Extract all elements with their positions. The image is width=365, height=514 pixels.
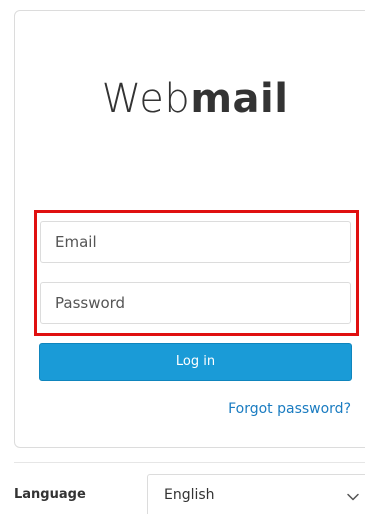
webmail-login-page: Webmail Log in Forgot password? Language… [0,0,365,514]
password-input[interactable] [40,282,351,324]
language-select[interactable]: English [147,474,365,514]
login-button[interactable]: Log in [39,343,352,381]
email-input[interactable] [40,221,351,263]
logo-text-bold: mail [190,76,289,122]
footer-divider [14,462,365,463]
webmail-logo: Webmail [0,75,365,123]
chevron-down-icon [347,493,359,501]
logo-text-light: Web [101,76,191,122]
language-selected-value: English [164,487,215,503]
language-label: Language [14,487,86,502]
forgot-password-link[interactable]: Forgot password? [228,401,351,417]
